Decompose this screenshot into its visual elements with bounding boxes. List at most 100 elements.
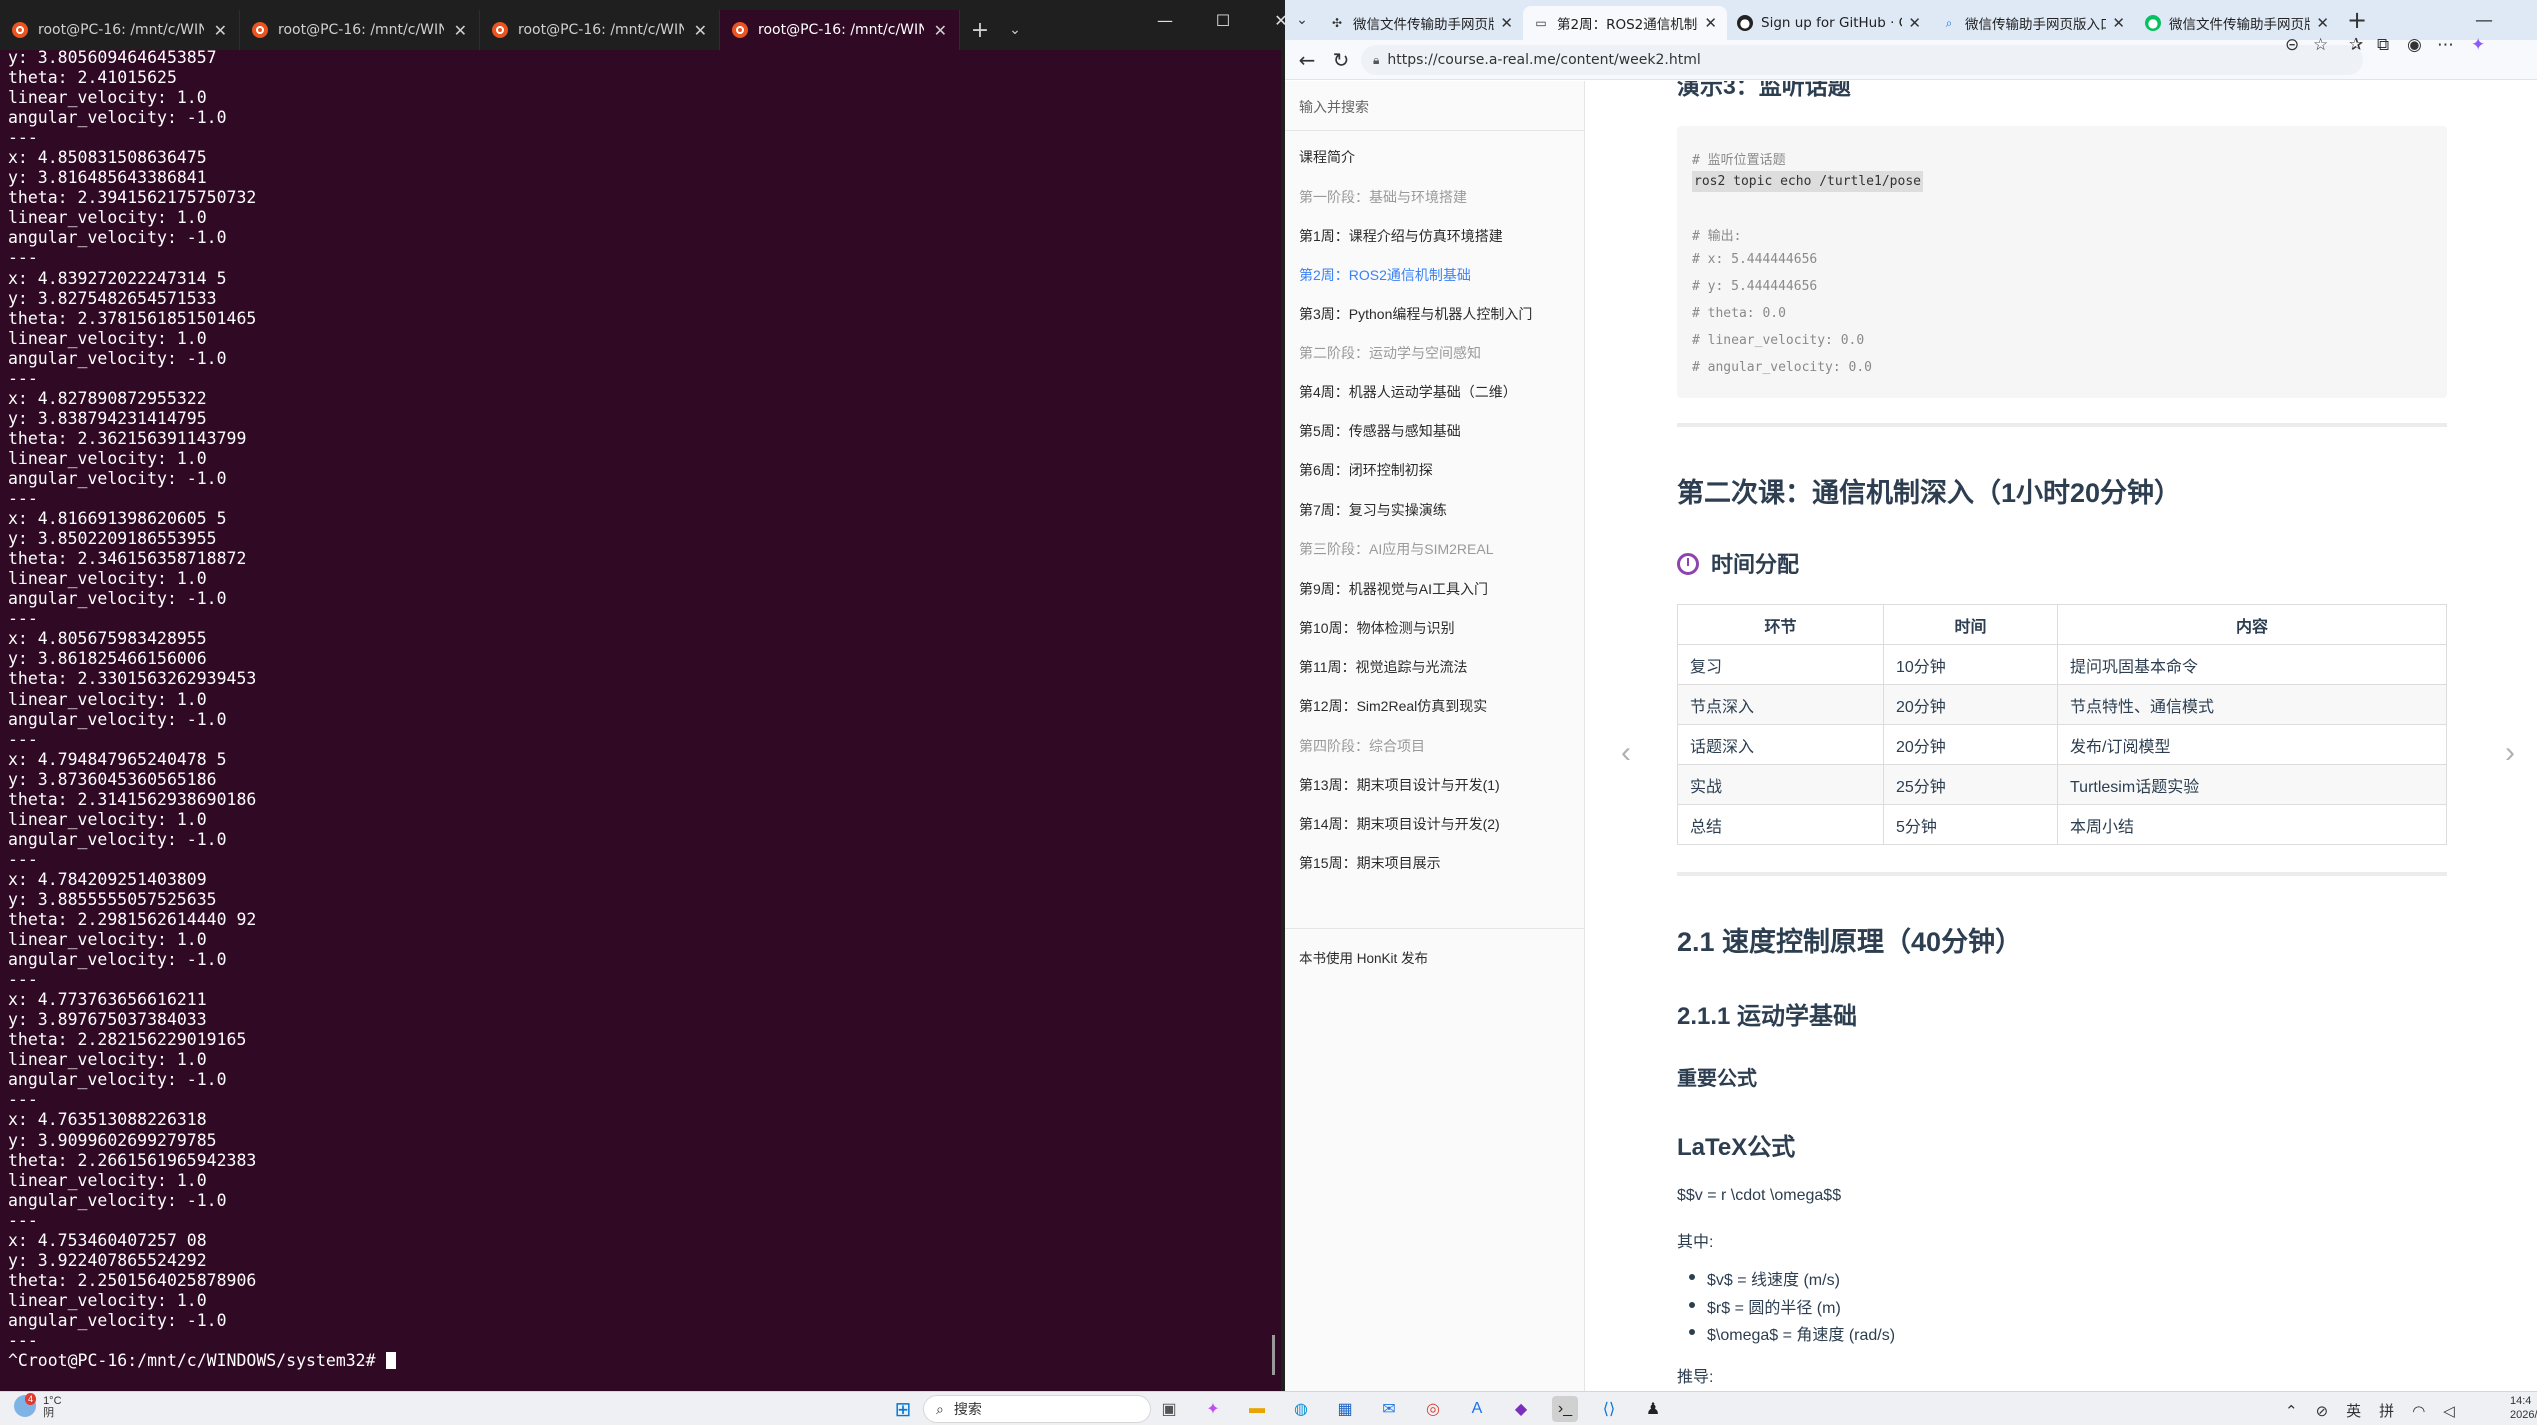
terminal-tab-3[interactable]: root@PC-16: /mnt/c/WINDOW ✕ <box>480 10 720 50</box>
new-tab-button[interactable]: + <box>2339 2 2375 38</box>
reader-icon[interactable]: ⊝ <box>2285 35 2299 55</box>
terminal-icon[interactable]: ›_ <box>1552 1396 1578 1422</box>
sidebar-item[interactable]: 第11周：视觉追踪与光流法 <box>1299 657 1468 677</box>
back-button[interactable]: ← <box>1289 42 1325 78</box>
tab-actions-button[interactable]: ⌄ <box>1285 3 1319 37</box>
collections-icon[interactable]: ⧉ <box>2377 35 2389 55</box>
terminal-tab-2[interactable]: root@PC-16: /mnt/c/WINDOW ✕ <box>240 10 480 50</box>
sidebar-item[interactable]: 第2周：ROS2通信机制基础 <box>1299 265 1471 285</box>
table-cell: 复习 <box>1677 644 1884 685</box>
favorite-star-icon[interactable]: ☆ <box>2313 35 2328 55</box>
sidebar-item[interactable]: 第14周：期末项目设计与开发(2) <box>1299 814 1500 834</box>
minimize-button[interactable]: — <box>2475 0 2493 40</box>
clock[interactable]: 14:4 2026/3/1 <box>2510 1394 2537 1422</box>
translate-icon[interactable]: A <box>1464 1396 1490 1422</box>
ime-mode[interactable]: 拼 <box>2379 1400 2394 1421</box>
linux-icon[interactable]: ♟ <box>1640 1396 1666 1422</box>
more-icon[interactable]: ⋯ <box>2437 35 2454 55</box>
copilot-icon[interactable]: ✦ <box>1200 1396 1226 1422</box>
browser-tab-5[interactable]: ● 微信文件传输助手网页版 ✕ <box>2135 6 2339 40</box>
profile-avatar[interactable]: ◉ <box>2407 35 2422 55</box>
sidebar-item[interactable]: 第4周：机器人运动学基础（二维） <box>1299 382 1517 402</box>
table-cell: 本周小结 <box>2057 804 2447 845</box>
sidebar-item[interactable]: 第3周：Python编程与机器人控制入门 <box>1299 304 1532 324</box>
sidebar-item[interactable]: 课程简介 <box>1299 147 1355 167</box>
refresh-button[interactable]: ↻ <box>1323 42 1359 78</box>
sidebar-item[interactable]: 第5周：传感器与感知基础 <box>1299 421 1461 441</box>
sidebar-item[interactable]: 第15周：期末项目展示 <box>1299 853 1441 873</box>
sidebar-item[interactable]: 第1周：课程介绍与仿真环境搭建 <box>1299 226 1503 246</box>
table-header: 时间 <box>1883 604 2058 645</box>
chrome-icon[interactable]: ◎ <box>1420 1396 1446 1422</box>
github-icon: ● <box>1737 15 1753 31</box>
sidebar-item[interactable]: 第7周：复习与实操演练 <box>1299 500 1447 520</box>
task-view-icon[interactable]: ▣ <box>1156 1396 1182 1422</box>
browser-tab-3[interactable]: ● Sign up for GitHub · GitHub ✕ <box>1727 6 1931 40</box>
book-sidebar: 输入并搜索 课程简介 第一阶段：基础与环境搭建 第1周：课程介绍与仿真环境搭建 第2周… <box>1285 81 1585 1391</box>
close-icon[interactable]: ✕ <box>1704 14 1717 32</box>
edge-icon[interactable]: ◍ <box>1288 1396 1314 1422</box>
favorites-icon[interactable]: ✰ <box>2349 35 2363 55</box>
sidebar-item[interactable]: 第12周：Sim2Real仿真到现实 <box>1299 696 1487 716</box>
close-icon[interactable]: ✕ <box>694 21 707 40</box>
terminal-output[interactable]: y: 3.8056094646453857 theta: 2.41015625 li… <box>8 48 1270 1371</box>
terminal-line: y: 3.8736045360565186 <box>8 769 217 789</box>
minimize-button[interactable]: — <box>1136 0 1194 40</box>
new-tab-button[interactable]: + <box>960 10 1000 50</box>
file-explorer-icon[interactable]: ▬ <box>1244 1396 1270 1422</box>
weather-widget[interactable]: 4 1°C 阴 <box>14 1393 62 1419</box>
terminal-prompt-line[interactable]: ^Croot@PC-16:/mnt/c/WINDOWS/system32# <box>8 1351 1270 1371</box>
wechat-icon: ● <box>2145 15 2161 31</box>
close-icon[interactable]: ✕ <box>1500 14 1513 32</box>
sidebar-item[interactable]: 第9周：机器视觉与AI工具入门 <box>1299 579 1488 599</box>
vscode-icon[interactable]: ⟨⟩ <box>1596 1396 1622 1422</box>
start-button[interactable]: ⊞ <box>890 1396 916 1422</box>
code-output-linear: # linear_velocity: 0.0 <box>1692 333 1865 348</box>
taskbar-search[interactable]: ⌕ 搜索 <box>923 1395 1151 1423</box>
store-icon[interactable]: ▦ <box>1332 1396 1358 1422</box>
copilot-icon[interactable]: ✦ <box>2471 35 2485 55</box>
volume-icon[interactable]: ◁ <box>2443 1402 2455 1420</box>
sidebar-footer-link[interactable]: 本书使用 HonKit 发布 <box>1299 947 1428 967</box>
table-cell: 10分钟 <box>1883 644 2058 685</box>
visual-studio-icon[interactable]: ◆ <box>1508 1396 1534 1422</box>
close-icon[interactable]: ✕ <box>454 21 467 40</box>
outlook-icon[interactable]: ✉ <box>1376 1396 1402 1422</box>
browser-tab-label: Sign up for GitHub · GitHub <box>1761 15 1902 31</box>
browser-tab-label: 微信文件传输助手网页版 <box>2169 17 2311 33</box>
chevron-up-icon[interactable]: ⌃ <box>2285 1402 2298 1420</box>
terminal-window[interactable]: root@PC-16: /mnt/c/WINDOW ✕ root@PC-16: … <box>0 0 1288 1391</box>
terminal-scrollbar[interactable] <box>1272 1335 1275 1375</box>
ime-language[interactable]: 英 <box>2346 1400 2361 1421</box>
maximize-button[interactable]: ☐ <box>1194 0 1252 40</box>
browser-tab-2[interactable]: ▭ 第2周：ROS2通信机制基础 ✕ <box>1523 6 1727 40</box>
table-cell: 20分钟 <box>1883 684 2058 725</box>
close-icon[interactable]: ✕ <box>1908 14 1921 32</box>
close-icon[interactable]: ✕ <box>2112 14 2125 32</box>
url-bar[interactable]: 🔒︎ https://course.a-real.me/content/week… <box>1361 45 2363 75</box>
chevron-down-icon[interactable]: ⌄ <box>1000 10 1030 50</box>
terminal-tab-4[interactable]: root@PC-16: /mnt/c/WINDOW ✕ <box>720 10 960 50</box>
close-icon[interactable]: ✕ <box>214 21 227 40</box>
clock-time: 14:4 <box>2510 1395 2532 1407</box>
code-block[interactable]: # 监听位置话题 ros2 topic echo /turtle1/pose #… <box>1677 126 2447 398</box>
terminal-line: y: 3.8056094646453857 <box>8 48 217 67</box>
close-icon[interactable]: ✕ <box>2316 14 2329 32</box>
notification-mute-icon[interactable]: ⊘ <box>2316 1402 2329 1420</box>
chevron-left-icon[interactable]: ‹ <box>1621 736 1631 770</box>
browser-window[interactable]: ⌄ ✣ 微信文件传输助手网页版 ✕ ▭ 第2周：ROS2通信机制基础 ✕ ● S… <box>1285 0 2537 1391</box>
browser-tab-1[interactable]: ✣ 微信文件传输助手网页版 ✕ <box>1319 6 1523 40</box>
close-icon[interactable]: ✕ <box>934 21 947 40</box>
table-cell: 话题深入 <box>1677 724 1884 765</box>
wifi-icon[interactable]: ◠ <box>2412 1402 2425 1420</box>
browser-tab-4[interactable]: ⌕ 微信传输助手网页版入口 - 5 ✕ <box>1931 6 2135 40</box>
sidebar-search-input[interactable]: 输入并搜索 <box>1285 81 1585 131</box>
sidebar-item[interactable]: 第10周：物体检测与识别 <box>1299 618 1455 638</box>
sidebar-item[interactable]: 第6周：闭环控制初探 <box>1299 460 1433 480</box>
chevron-right-icon[interactable]: › <box>2505 736 2515 770</box>
table-cell: 20分钟 <box>1883 724 2058 765</box>
demo-heading: 演示3：监听话题 <box>1677 81 1851 99</box>
sidebar-item[interactable]: 第13周：期末项目设计与开发(1) <box>1299 775 1500 795</box>
terminal-tab-1[interactable]: root@PC-16: /mnt/c/WINDOW ✕ <box>0 10 240 50</box>
search-label: 搜索 <box>953 1401 982 1417</box>
